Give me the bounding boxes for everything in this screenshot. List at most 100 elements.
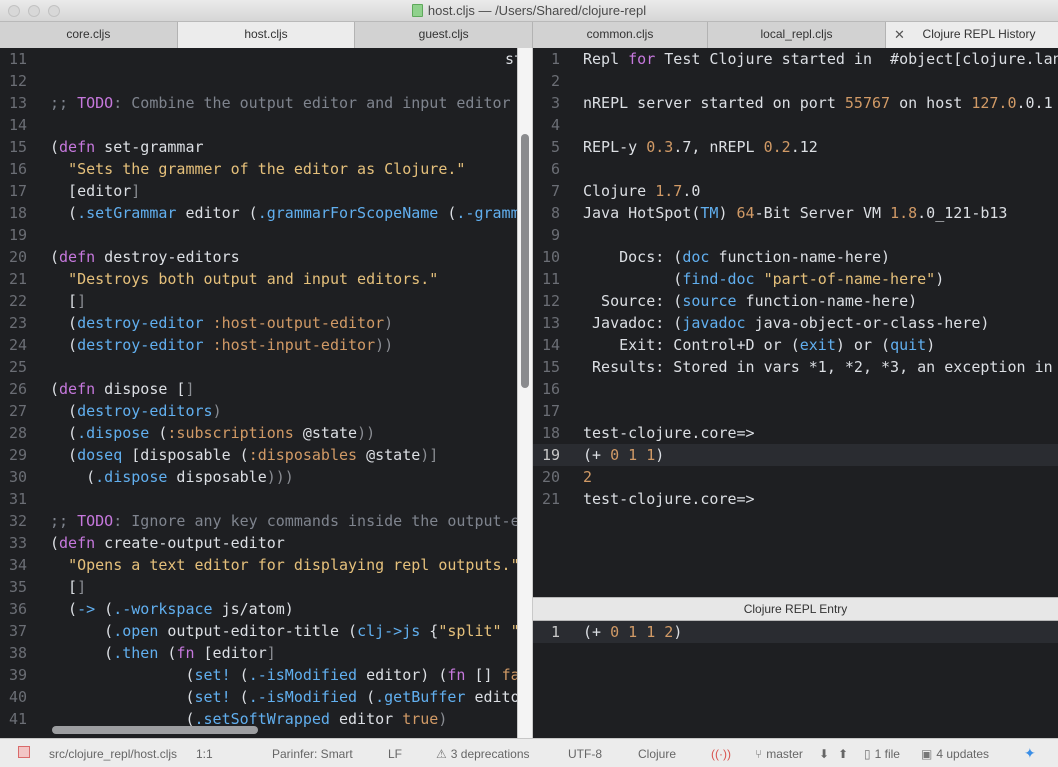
- code-line: 32;; TODO: Ignore any key commands insid…: [8, 512, 517, 530]
- code-line: 28 (.dispose (:subscriptions @state)): [8, 424, 376, 442]
- files-label: 1 file: [874, 747, 900, 761]
- code-line: 36 (-> (.-workspace js/atom): [8, 600, 294, 618]
- code-line: 31: [8, 490, 27, 508]
- left-editor-horizontal-scrollbar[interactable]: [52, 726, 258, 734]
- code-line: 21 "Destroys both output and input edito…: [8, 270, 439, 288]
- repl-entry-title: Clojure REPL Entry: [743, 602, 848, 616]
- code-line: 20 (defn destroy-editors: [8, 248, 240, 266]
- left-code-editor[interactable]: 11st 12 13;; TODO: Combine the output ed…: [0, 48, 517, 738]
- tab-core-cljs[interactable]: core.cljs: [0, 22, 178, 48]
- tab-local-repl-cljs[interactable]: local_repl.cljs: [708, 22, 886, 48]
- repl-line: 17: [541, 402, 560, 420]
- code-line: 29 (doseq [disposable (:disposables @sta…: [8, 446, 439, 464]
- repl-entry-line: 1 (+ 0 1 1 2): [533, 621, 1058, 643]
- updates-label: 4 updates: [936, 747, 990, 761]
- branch-label: master: [766, 747, 803, 761]
- code-line: 35 []: [8, 578, 87, 596]
- tab-label: Clojure REPL History: [922, 27, 1036, 41]
- code-line: 19: [8, 226, 27, 244]
- repl-line: 13 Javadoc: (javadoc java-object-or-clas…: [541, 314, 990, 332]
- repl-line: 15 Results: Stored in vars *1, *2, *3, a…: [541, 358, 1058, 376]
- repl-line: 21 test-clojure.core=>: [541, 490, 755, 508]
- cursor-position[interactable]: 1:1: [196, 747, 213, 761]
- repl-line: 14 Exit: Control+D or (exit) or (quit): [541, 336, 936, 354]
- code-line: 24 (destroy-editor :host-input-editor)): [8, 336, 394, 354]
- code-line: 17 [editor]: [8, 182, 141, 200]
- tab-common-cljs[interactable]: common.cljs: [533, 22, 708, 48]
- git-branch[interactable]: ⑂ master: [755, 747, 803, 761]
- git-pull-icon[interactable]: ⬇: [819, 747, 829, 761]
- repl-line: 10 Docs: (doc function-name-here): [541, 248, 891, 266]
- broadcast-icon[interactable]: ((·)): [711, 747, 731, 761]
- code-line: 22 []: [8, 292, 87, 310]
- repl-line: 2: [550, 72, 560, 90]
- tab-label: common.cljs: [586, 27, 654, 41]
- repl-line: 6: [550, 160, 560, 178]
- code-line: 30 (.dispose disposable))): [8, 468, 294, 486]
- close-icon[interactable]: ✕: [894, 22, 905, 47]
- left-tab-bar: core.cljs host.cljs guest.cljs: [0, 22, 534, 48]
- repl-line: 7 Clojure 1.7.0: [550, 182, 701, 200]
- tab-clojure-repl-history[interactable]: ✕ Clojure REPL History: [886, 22, 1058, 48]
- code-line: 18 (.setGrammar editor (.grammarForScope…: [8, 204, 517, 222]
- repl-line: 8 Java HotSpot(TM) 64-Bit Server VM 1.8.0…: [550, 204, 1008, 222]
- code-line: 27 (destroy-editors): [8, 402, 222, 420]
- repl-line: 9: [550, 226, 560, 244]
- code-line: 33 (defn create-output-editor: [8, 534, 285, 552]
- warning-icon: ⚠: [436, 747, 447, 761]
- code-line: 15 (defn set-grammar: [8, 138, 204, 156]
- code-line: 11st: [8, 50, 517, 68]
- code-line: 34 "Opens a text editor for displaying r…: [8, 556, 517, 574]
- code-line: 16 "Sets the grammer of the editor as Cl…: [8, 160, 466, 178]
- repl-line: 1 Repl for Test Clojure started in #objec…: [550, 50, 1058, 68]
- tab-label: guest.cljs: [418, 27, 469, 41]
- repl-line: 4: [550, 116, 560, 134]
- repl-line: 11 (find-doc "part-of-name-here"): [541, 270, 945, 288]
- code-line: 26 (defn dispose []: [8, 380, 195, 398]
- deprecations-label: 3 deprecations: [450, 747, 530, 761]
- repl-entry-panel-header: Clojure REPL Entry: [533, 597, 1058, 621]
- repl-line: 3 nREPL server started on port 55767 on h…: [550, 94, 1053, 112]
- repl-line: 12 Source: (source function-name-here): [541, 292, 918, 310]
- encoding[interactable]: UTF-8: [568, 747, 602, 761]
- repl-line: 5 REPL-y 0.3.7, nREPL 0.2.12: [550, 138, 818, 156]
- window-title-text: host.cljs — /Users/Shared/clojure-repl: [427, 3, 647, 18]
- deprecations-status[interactable]: ⚠ 3 deprecations: [436, 747, 530, 761]
- repl-line: 20 2: [541, 468, 593, 486]
- repl-line: 18 test-clojure.core=>: [541, 424, 755, 442]
- git-push-icon[interactable]: ⬆: [838, 747, 848, 761]
- tab-guest-cljs[interactable]: guest.cljs: [355, 22, 534, 48]
- code-line: 13;; TODO: Combine the output editor and…: [8, 94, 517, 112]
- repl-entry-editor[interactable]: 1 (+ 0 1 1 2): [533, 621, 1058, 738]
- code-line: 40 (set! (.-isModified (.getBuffer edito: [8, 688, 517, 706]
- grammar[interactable]: Clojure: [638, 747, 676, 761]
- repl-history-editor[interactable]: 1 Repl for Test Clojure started in #objec…: [533, 48, 1058, 597]
- package-updates[interactable]: ▣ 4 updates: [921, 747, 989, 761]
- code-line: 25: [8, 358, 27, 376]
- right-tab-bar: common.cljs local_repl.cljs ✕ Clojure RE…: [533, 22, 1058, 48]
- package-icon: ▣: [921, 747, 933, 761]
- left-editor-vertical-scrollbar-thumb[interactable]: [521, 134, 529, 388]
- tab-host-cljs[interactable]: host.cljs: [177, 22, 356, 48]
- code-line: 38 (.then (fn [editor]: [8, 644, 276, 662]
- code-line: 14: [8, 116, 27, 134]
- file-icon: ▯: [864, 747, 871, 761]
- file-status-icon[interactable]: [18, 746, 30, 758]
- tab-label: host.cljs: [244, 27, 288, 41]
- repl-line-current: 19 (+ 0 1 1): [533, 444, 1058, 466]
- file-icon: [411, 4, 423, 17]
- code-line: 37 (.open output-editor-title (clj->js {…: [8, 622, 517, 640]
- repl-line: 16: [541, 380, 560, 398]
- file-path[interactable]: src/clojure_repl/host.cljs: [49, 747, 177, 761]
- changed-files[interactable]: ▯ 1 file: [864, 747, 900, 761]
- tab-label: core.cljs: [66, 27, 111, 41]
- line-ending[interactable]: LF: [388, 747, 402, 761]
- window-titlebar: host.cljs — /Users/Shared/clojure-repl: [0, 0, 1058, 22]
- tab-label: local_repl.cljs: [760, 27, 833, 41]
- status-bar: src/clojure_repl/host.cljs 1:1 Parinfer:…: [0, 738, 1058, 767]
- window-title: host.cljs — /Users/Shared/clojure-repl: [0, 3, 1058, 18]
- code-line: 12: [8, 72, 27, 90]
- parinfer-mode[interactable]: Parinfer: Smart: [272, 747, 353, 761]
- squirrel-icon[interactable]: ✦: [1024, 745, 1036, 762]
- git-branch-icon: ⑂: [755, 747, 763, 761]
